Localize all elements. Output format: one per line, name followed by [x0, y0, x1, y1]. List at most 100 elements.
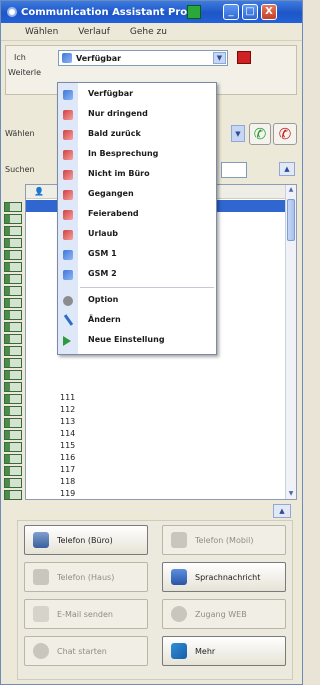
- close-button[interactable]: X: [261, 4, 277, 20]
- send-email-button[interactable]: E-Mail senden: [24, 599, 148, 629]
- table-row[interactable]: 116: [26, 452, 286, 464]
- voicemail-button[interactable]: Sprachnachricht: [162, 562, 286, 592]
- call-mobile-button[interactable]: Telefon (Mobil): [162, 525, 286, 555]
- scroll-thumb[interactable]: [287, 199, 295, 241]
- table-row[interactable]: 115: [26, 440, 286, 452]
- start-chat-label: Chat starten: [57, 646, 107, 656]
- extension-number: 117: [60, 465, 76, 474]
- start-chat-button[interactable]: Chat starten: [24, 636, 148, 666]
- menu-item-gsm-2[interactable]: GSM 2: [58, 265, 216, 285]
- phone-icon: [4, 346, 22, 356]
- web-access-icon: [171, 606, 187, 622]
- phone-icon: [4, 394, 22, 404]
- menu-item-gegangen[interactable]: Gegangen: [58, 185, 216, 205]
- phone-icon: [4, 226, 22, 236]
- person-icon: 👤: [34, 187, 44, 196]
- window-title: Communication Assistant Pro: [21, 6, 188, 18]
- email-icon: [33, 606, 49, 622]
- action-panel: Telefon (Büro) Telefon (Mobil) Telefon (…: [17, 520, 293, 680]
- menu-item-option[interactable]: Option: [58, 291, 216, 311]
- phone-icon: [4, 466, 22, 476]
- search-toggle-button[interactable]: ▲: [279, 162, 295, 176]
- voicemail-icon: [171, 569, 187, 585]
- menu-item-in-besprechung[interactable]: In Besprechung: [58, 145, 216, 165]
- phone-icon: [4, 358, 22, 368]
- menu-item-aendern[interactable]: Ändern: [58, 311, 216, 331]
- call-mobile-label: Telefon (Mobil): [195, 535, 254, 545]
- table-row[interactable]: 113: [26, 416, 286, 428]
- chevron-down-icon[interactable]: ▼: [213, 52, 226, 64]
- phone-icon: [4, 274, 22, 284]
- extension-number: 111: [60, 393, 76, 402]
- phone-icon: [4, 250, 22, 260]
- call-button[interactable]: ✆: [249, 123, 271, 145]
- desk-phone-icon: [33, 532, 49, 548]
- phone-icon: [4, 214, 22, 224]
- vertical-scrollbar[interactable]: ▲ ▼: [285, 185, 296, 499]
- phone-icon: [4, 238, 22, 248]
- record-icon[interactable]: [237, 51, 251, 64]
- call-home-button[interactable]: Telefon (Haus): [24, 562, 148, 592]
- presence-status-icon: [187, 5, 201, 19]
- app-logo-icon: [7, 7, 17, 17]
- more-icon: [171, 643, 187, 659]
- more-label: Mehr: [195, 646, 216, 656]
- contact-icon-column: [4, 184, 24, 500]
- menu-item-neue-einstellung[interactable]: Neue Einstellung: [58, 331, 216, 351]
- menu-item-verfuegbar[interactable]: Verfügbar: [58, 85, 216, 105]
- hangup-button[interactable]: ✆: [273, 123, 297, 145]
- menu-verlauf[interactable]: Verlauf: [78, 27, 110, 37]
- table-row[interactable]: 112: [26, 404, 286, 416]
- maximize-button[interactable]: □: [242, 4, 258, 20]
- menu-item-nur-dringend[interactable]: Nur dringend: [58, 105, 216, 125]
- table-row[interactable]: 114: [26, 428, 286, 440]
- menu-item-urlaub[interactable]: Urlaub: [58, 225, 216, 245]
- status-available-icon: [62, 53, 72, 63]
- status-gone-icon: [63, 190, 73, 200]
- chat-icon: [33, 643, 49, 659]
- web-access-button[interactable]: Zugang WEB: [162, 599, 286, 629]
- status-select[interactable]: Verfügbar ▼: [58, 50, 228, 66]
- status-out-of-office-icon: [63, 170, 73, 180]
- status-meeting-icon: [63, 150, 73, 160]
- extension-number: 118: [60, 477, 76, 486]
- table-row[interactable]: 119: [26, 488, 286, 499]
- search-label: Suchen: [5, 165, 35, 174]
- menu-waehlen[interactable]: Wählen: [25, 27, 58, 37]
- phone-icon: [4, 430, 22, 440]
- menu-bar: Wählen Verlauf Gehe zu: [1, 23, 302, 41]
- menu-separator: [80, 287, 214, 288]
- phone-icon: [4, 478, 22, 488]
- table-row[interactable]: 118: [26, 476, 286, 488]
- status-select-value: Verfügbar: [76, 53, 122, 63]
- menu-item-bald-zurueck[interactable]: Bald zurück: [58, 125, 216, 145]
- table-row[interactable]: 117: [26, 464, 286, 476]
- scroll-down-icon[interactable]: ▼: [286, 489, 296, 499]
- search-input[interactable]: [221, 162, 247, 178]
- status-gsm-icon: [63, 250, 73, 260]
- phone-icon: [4, 262, 22, 272]
- dial-label: Wählen: [5, 129, 35, 138]
- home-phone-icon: [33, 569, 49, 585]
- call-office-button[interactable]: Telefon (Büro): [24, 525, 148, 555]
- extension-number: 119: [60, 489, 76, 498]
- menu-item-feierabend[interactable]: Feierabend: [58, 205, 216, 225]
- extension-number: 116: [60, 453, 76, 462]
- phone-icon: [4, 370, 22, 380]
- collapse-actions-button[interactable]: ▲: [273, 504, 291, 518]
- menu-item-nicht-im-buero[interactable]: Nicht im Büro: [58, 165, 216, 185]
- menu-item-gsm-1[interactable]: GSM 1: [58, 245, 216, 265]
- scroll-up-icon[interactable]: ▲: [286, 185, 296, 195]
- status-back-soon-icon: [63, 130, 73, 140]
- phone-icon: [4, 454, 22, 464]
- title-bar[interactable]: Communication Assistant Pro _ □ X: [1, 1, 302, 23]
- menu-gehe-zu[interactable]: Gehe zu: [130, 27, 167, 37]
- phone-icon: [4, 490, 22, 500]
- extension-number: 114: [60, 429, 76, 438]
- dial-dropdown-arrow[interactable]: ▼: [231, 125, 245, 142]
- minimize-button[interactable]: _: [223, 4, 239, 20]
- status-gsm-icon: [63, 270, 73, 280]
- app-window: Communication Assistant Pro _ □ X Wählen…: [0, 0, 303, 685]
- table-row[interactable]: 111: [26, 392, 286, 404]
- more-button[interactable]: Mehr: [162, 636, 286, 666]
